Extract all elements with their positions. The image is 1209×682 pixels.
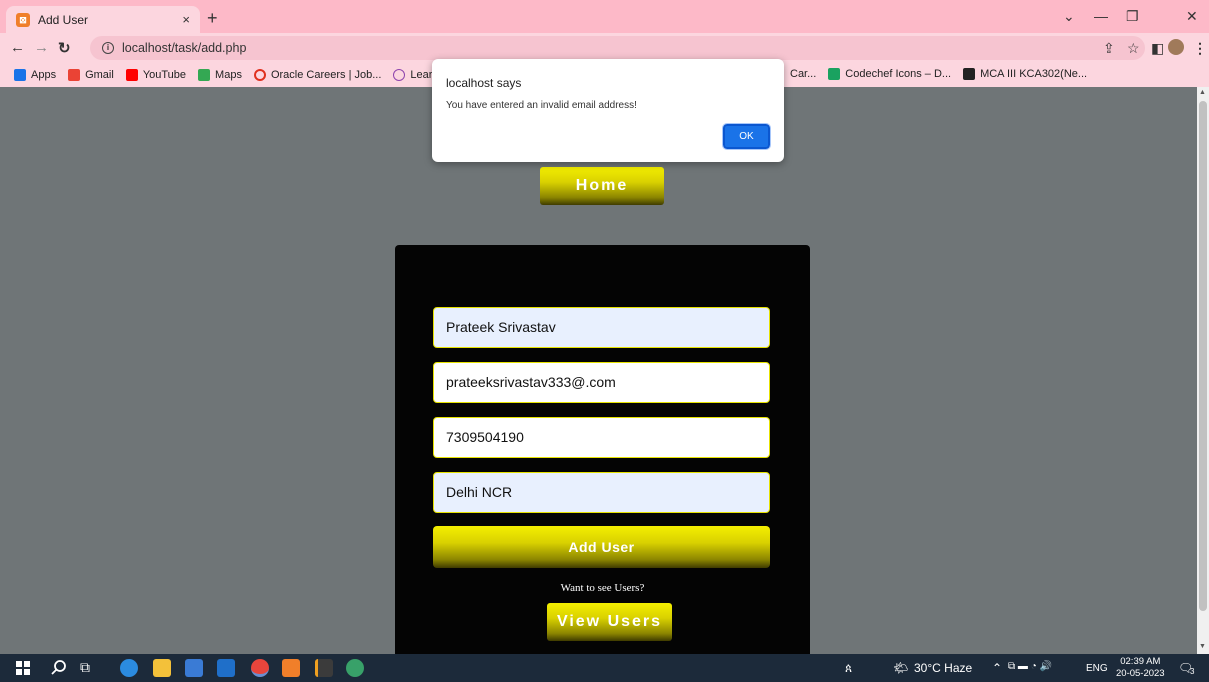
add-user-form: Prateek Srivastav prateeksrivastav333@.c… <box>395 245 810 654</box>
xampp-icon[interactable] <box>282 659 300 677</box>
menu-kebab-icon[interactable]: ⋮ <box>1193 40 1207 57</box>
store-icon[interactable] <box>185 659 203 677</box>
bookmark-codechef[interactable]: Codechef Icons – D... <box>828 68 951 80</box>
minimize-icon[interactable]: — <box>1094 8 1108 24</box>
close-window-icon[interactable]: ✕ <box>1186 8 1198 25</box>
page-content: Home Prateek Srivastav prateeksrivastav3… <box>0 87 1197 654</box>
side-panel-icon[interactable]: ◧ <box>1151 40 1164 57</box>
tray-system-icons[interactable]: ⧉ ▬ ◔ 🔊 <box>1008 661 1052 672</box>
clock-date: 20-05-2023 <box>1116 668 1165 679</box>
youtube-icon <box>125 69 138 81</box>
dialog-ok-button[interactable]: OK <box>722 123 771 150</box>
profile-avatar[interactable] <box>1168 39 1184 55</box>
edge-icon[interactable] <box>120 659 138 677</box>
apps-grid-icon <box>14 69 26 81</box>
weather-icon: 🌤 <box>893 661 909 675</box>
learn-icon <box>393 69 406 81</box>
search-icon[interactable] <box>50 659 68 677</box>
info-icon[interactable]: i <box>102 42 114 54</box>
scroll-down-icon[interactable]: ▼ <box>1199 643 1206 650</box>
name-input[interactable]: Prateek Srivastav <box>433 307 770 348</box>
notification-count: 3 <box>1190 667 1195 676</box>
home-button[interactable]: Home <box>540 167 664 205</box>
tray-chevron-icon[interactable]: ⌃ <box>992 661 1002 675</box>
task-view-icon[interactable]: ⧉ <box>80 659 98 677</box>
bookmark-oracle[interactable]: Oracle Careers | Job... <box>253 69 381 81</box>
xampp-favicon-icon: ⊠ <box>16 12 30 27</box>
dialog-title: localhost says <box>446 76 522 90</box>
forward-icon[interactable]: → <box>34 39 49 56</box>
sublime-icon[interactable] <box>315 659 333 677</box>
bookmark-maps[interactable]: Maps <box>198 69 242 81</box>
tab-bar: ⊠ Add User × + ⌄ — ❐ ✕ <box>0 0 1209 33</box>
back-icon[interactable]: ← <box>10 39 25 56</box>
scroll-up-icon[interactable]: ▲ <box>1199 89 1206 96</box>
bookmark-star-icon[interactable]: ☆ <box>1127 40 1140 57</box>
language-indicator[interactable]: ENG <box>1086 663 1108 674</box>
view-users-button[interactable]: View Users <box>547 603 672 641</box>
file-explorer-icon[interactable] <box>153 659 171 677</box>
see-users-text: Want to see Users? <box>560 582 645 594</box>
bookmark-car[interactable]: Car... <box>790 68 816 80</box>
bookmark-gmail[interactable]: Gmail <box>68 69 114 81</box>
chrome-icon[interactable] <box>251 659 269 677</box>
restore-icon[interactable]: ❐ <box>1126 8 1139 25</box>
new-tab-icon[interactable]: + <box>207 8 218 29</box>
bookmark-mca[interactable]: MCA III KCA302(Ne... <box>963 68 1087 80</box>
address-input[interactable]: Delhi NCR <box>433 472 770 513</box>
add-user-button[interactable]: Add User <box>433 526 770 568</box>
url-text: localhost/task/add.php <box>122 41 247 55</box>
address-bar[interactable]: i localhost/task/add.php <box>90 36 1145 60</box>
share-icon[interactable]: ⇪ <box>1103 40 1115 57</box>
people-icon[interactable]: ጰ <box>845 661 852 676</box>
dialog-message: You have entered an invalid email addres… <box>446 100 637 111</box>
edge-dev-icon[interactable] <box>346 659 364 677</box>
weather-text[interactable]: 30°C Haze <box>914 661 972 675</box>
clock[interactable]: 02:39 AM 20-05-2023 <box>1116 656 1165 680</box>
reload-icon[interactable]: ↻ <box>58 39 71 57</box>
tab-title: Add User <box>38 12 89 27</box>
email-input[interactable]: prateeksrivastav333@.com <box>433 362 770 403</box>
phone-input[interactable]: 7309504190 <box>433 417 770 458</box>
scrollbar-thumb[interactable] <box>1199 101 1207 611</box>
windows-taskbar: ⧉ ጰ 🌤 30°C Haze ⌃ ⧉ ▬ ◔ 🔊 ENG 02:39 AM 2… <box>0 654 1209 682</box>
oracle-icon <box>253 69 266 81</box>
windows-start-icon[interactable] <box>14 659 32 677</box>
mca-icon <box>963 68 976 80</box>
bookmark-apps[interactable]: Apps <box>14 69 56 81</box>
tab-add-user[interactable]: ⊠ Add User × <box>6 6 200 33</box>
tab-close-icon[interactable]: × <box>182 12 190 27</box>
page-scrollbar[interactable]: ▲ ▼ <box>1197 87 1209 654</box>
mail-icon[interactable] <box>217 659 235 677</box>
codechef-icon <box>828 68 841 80</box>
tab-search-chevron-icon[interactable]: ⌄ <box>1063 8 1075 25</box>
maps-icon <box>198 69 211 81</box>
gmail-icon <box>68 69 81 81</box>
bookmark-youtube[interactable]: YouTube <box>125 69 186 81</box>
clock-time: 02:39 AM <box>1120 656 1161 667</box>
